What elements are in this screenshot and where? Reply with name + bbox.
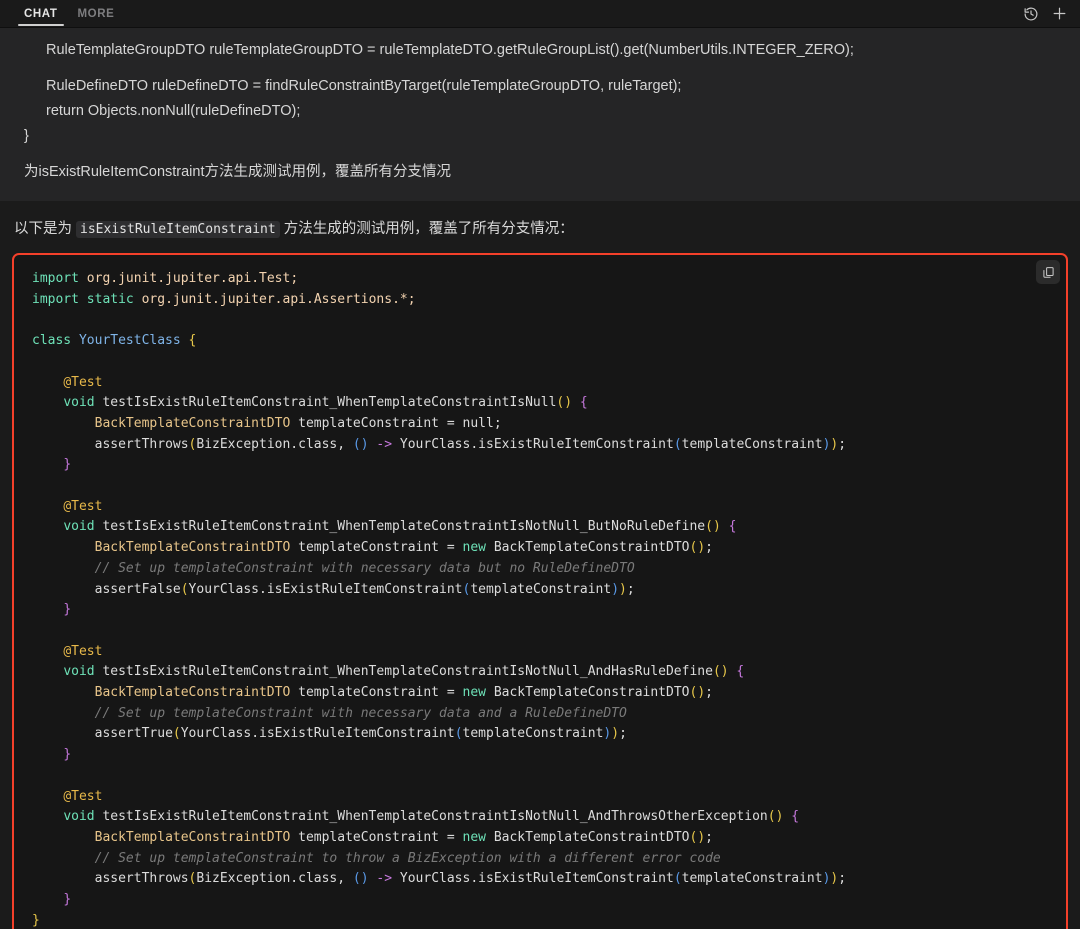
user-prompt-text: 为isExistRuleItemConstraint方法生成测试用例，覆盖所有分… (24, 164, 451, 180)
user-code-line-2: RuleDefineDTO ruleDefineDTO = findRuleCo… (46, 78, 682, 94)
top-tab-bar: CHAT MORE (0, 0, 1080, 28)
tab-list: CHAT MORE (0, 0, 124, 27)
assistant-message: 以下是为 isExistRuleItemConstraint 方法生成的测试用例… (0, 201, 1080, 929)
history-icon[interactable] (1022, 5, 1040, 23)
tab-more-label: MORE (77, 7, 115, 20)
tab-bar-actions (1022, 0, 1080, 27)
intro-prefix: 以下是为 (14, 221, 77, 237)
assistant-intro-paragraph: 以下是为 isExistRuleItemConstraint 方法生成的测试用例… (0, 217, 1080, 242)
conversation-scroll-area[interactable]: RuleTemplateGroupDTO ruleTemplateGroupDT… (0, 28, 1080, 929)
tab-chat[interactable]: CHAT (14, 0, 68, 27)
code-content[interactable]: import org.junit.jupiter.api.Test; impor… (14, 255, 1066, 929)
intro-suffix: 方法生成的测试用例，覆盖了所有分支情况： (279, 221, 574, 237)
user-code-line-4: } (24, 128, 29, 144)
user-code-line-1: RuleTemplateGroupDTO ruleTemplateGroupDT… (46, 42, 854, 58)
code-highlighted: import org.junit.jupiter.api.Test; impor… (32, 271, 847, 928)
tab-chat-label: CHAT (24, 7, 58, 20)
code-block: import org.junit.jupiter.api.Test; impor… (12, 253, 1068, 929)
inline-code-method-name: isExistRuleItemConstraint (76, 221, 280, 238)
copy-code-button[interactable] (1036, 260, 1060, 284)
tab-more[interactable]: MORE (68, 0, 125, 27)
plus-icon[interactable] (1050, 5, 1068, 23)
user-code-line-3: return Objects.nonNull(ruleDefineDTO); (46, 103, 301, 119)
user-message: RuleTemplateGroupDTO ruleTemplateGroupDT… (0, 28, 1080, 201)
